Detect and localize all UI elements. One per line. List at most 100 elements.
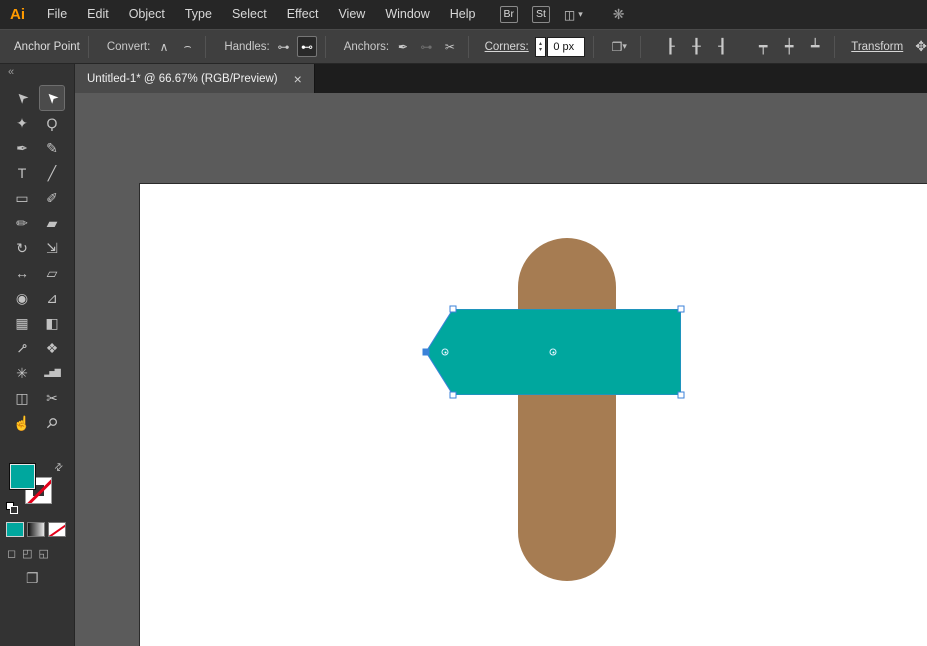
cut-path-button[interactable]: ✂ <box>440 36 460 57</box>
menu-object[interactable]: Object <box>119 0 175 29</box>
chevron-down-icon: ▾ <box>578 9 583 19</box>
align-vertical-center-button[interactable]: ┿ <box>778 36 800 57</box>
gradient-button[interactable] <box>27 522 45 537</box>
divider <box>324 35 326 58</box>
default-fill-stroke-icon[interactable] <box>6 502 19 515</box>
selection-handle-top-right[interactable] <box>677 305 685 313</box>
shape-builder-tool[interactable]: ◉ <box>10 286 34 310</box>
zoom-tool[interactable]: ⚲ <box>40 411 64 435</box>
default-stroke-mini <box>10 506 18 514</box>
rectangle-tool-icon: ▭ <box>15 190 29 206</box>
selected-anchor-point[interactable] <box>422 348 430 356</box>
scale-tool[interactable]: ⇲ <box>40 236 64 260</box>
context-label: Anchor Point <box>14 40 80 53</box>
type-tool-icon: T <box>17 165 27 181</box>
symbol-sprayer-tool[interactable]: ✳ <box>10 361 34 385</box>
menu-view[interactable]: View <box>328 0 375 29</box>
menu-file[interactable]: File <box>37 0 77 29</box>
direct-selection-tool[interactable]: ➤ <box>39 85 65 111</box>
remove-anchor-button[interactable]: ✒ <box>393 36 413 57</box>
app-logo: Ai <box>10 6 25 23</box>
control-bar: Anchor Point Convert: ∧ ⌢ Handles: ⊶ ⊷ A… <box>0 29 927 64</box>
paintbrush-tool[interactable]: ✐ <box>40 186 64 210</box>
document-icon: ❒ <box>611 39 623 54</box>
align-vertical-top-button[interactable]: ┯ <box>752 36 774 57</box>
convert-to-corner-button[interactable]: ∧ <box>154 36 174 57</box>
selection-tool[interactable]: ➤ <box>10 86 34 110</box>
selection-handle-bottom-left[interactable] <box>449 391 457 399</box>
illustrator-window: Ai File Edit Object Type Select Effect View Win… <box>0 0 927 646</box>
artboard <box>139 183 927 646</box>
menu-edit[interactable]: Edit <box>77 0 119 29</box>
align-horizontal-right-button[interactable]: ┨ <box>711 36 733 57</box>
corners-input[interactable]: 0 px <box>547 36 585 57</box>
workspace-switcher[interactable]: ◫ ▾ <box>564 8 583 22</box>
rectangle-tool[interactable]: ▭ <box>10 186 34 210</box>
pen-tool[interactable]: ✒ <box>10 136 34 160</box>
menu-type[interactable]: Type <box>175 0 222 29</box>
menu-effect[interactable]: Effect <box>277 0 329 29</box>
eyedropper-tool[interactable]: ⊸ <box>10 336 34 360</box>
blend-tool-icon: ❖ <box>45 340 59 356</box>
draw-inside-icon[interactable]: ◱ <box>39 547 49 560</box>
align-vertical-bottom-button[interactable]: ┷ <box>804 36 826 57</box>
perspective-grid-tool[interactable]: ⊿ <box>40 286 64 310</box>
fill-swatch[interactable] <box>9 463 36 490</box>
corners-stepper[interactable]: ▴ ▾ <box>534 36 547 57</box>
gradient-tool[interactable]: ◧ <box>40 311 64 335</box>
screen-mode-icon[interactable]: ❐ <box>26 570 39 587</box>
transform-link[interactable]: Transform <box>851 41 903 53</box>
canvas-area[interactable] <box>75 93 927 646</box>
zoom-tool-icon: ⚲ <box>42 413 62 433</box>
shaper-tool[interactable]: ✏ <box>10 211 34 235</box>
draw-behind-icon[interactable]: ◰ <box>22 547 32 560</box>
curvature-tool[interactable]: ✎ <box>40 136 64 160</box>
menu-bar: Ai File Edit Object Type Select Effect View Win… <box>0 0 927 29</box>
connect-endpoints-button[interactable]: ⊶ <box>417 36 437 57</box>
artboard-tool[interactable]: ◫ <box>10 386 34 410</box>
width-tool[interactable]: ↔ <box>10 261 34 285</box>
mesh-tool[interactable]: ▦ <box>10 311 34 335</box>
stepper-down-icon[interactable]: ▾ <box>539 47 542 53</box>
column-graph-tool[interactable]: ▂▅▇ <box>40 361 64 385</box>
rotate-tool[interactable]: ↻ <box>10 236 34 260</box>
type-tool[interactable]: T <box>10 161 34 185</box>
slice-tool[interactable]: ✂ <box>40 386 64 410</box>
convert-to-smooth-button[interactable]: ⌢ <box>178 36 198 57</box>
touch-workspace-icon[interactable]: ❋ <box>613 6 625 23</box>
lasso-tool[interactable]: Ϙ <box>40 111 64 135</box>
selection-handle-top-left[interactable] <box>449 305 457 313</box>
corners-link[interactable]: Corners: <box>485 41 529 53</box>
hand-tool[interactable]: ☝ <box>10 411 34 435</box>
menu-help[interactable]: Help <box>440 0 486 29</box>
document-setup-dropdown[interactable]: ❒ ▾ <box>606 36 633 57</box>
isolate-options-icon[interactable]: ✥ <box>915 38 927 55</box>
none-button[interactable] <box>48 522 66 537</box>
menu-select[interactable]: Select <box>222 0 277 29</box>
free-transform-tool[interactable]: ▱ <box>40 261 64 285</box>
curvature-tool-icon: ✎ <box>46 140 58 156</box>
align-horizontal-center-button[interactable]: ╂ <box>685 36 707 57</box>
align-horizontal-left-button[interactable]: ┠ <box>659 36 681 57</box>
blend-tool[interactable]: ❖ <box>40 336 64 360</box>
magic-wand-tool[interactable]: ✦ <box>10 111 34 135</box>
line-segment-tool[interactable]: ╱ <box>40 161 64 185</box>
hide-handles-button[interactable]: ⊷ <box>297 36 317 57</box>
draw-normal-icon[interactable]: ◻ <box>7 547 16 560</box>
selection-handle-bottom-right[interactable] <box>677 391 685 399</box>
menu-window[interactable]: Window <box>375 0 439 29</box>
menu-items: File Edit Object Type Select Effect View Window… <box>37 0 486 29</box>
drawing-mode-buttons: ◻ ◰ ◱ <box>7 547 49 560</box>
close-icon[interactable]: × <box>294 72 302 86</box>
swap-fill-stroke-icon[interactable]: ⇄ <box>52 461 66 475</box>
collapse-panel-icon[interactable]: « <box>0 64 74 80</box>
mesh-tool-icon: ▦ <box>15 315 29 331</box>
eraser-tool[interactable]: ▰ <box>40 211 64 235</box>
document-tab[interactable]: Untitled-1* @ 66.67% (RGB/Preview) × <box>75 64 315 93</box>
show-handles-button[interactable]: ⊶ <box>274 36 294 57</box>
line-segment-tool-icon: ╱ <box>47 165 57 181</box>
color-button[interactable] <box>6 522 24 537</box>
brown-capsule-shape[interactable] <box>518 238 616 581</box>
bridge-button[interactable]: Br <box>499 6 518 23</box>
stock-button[interactable]: St <box>532 6 550 23</box>
